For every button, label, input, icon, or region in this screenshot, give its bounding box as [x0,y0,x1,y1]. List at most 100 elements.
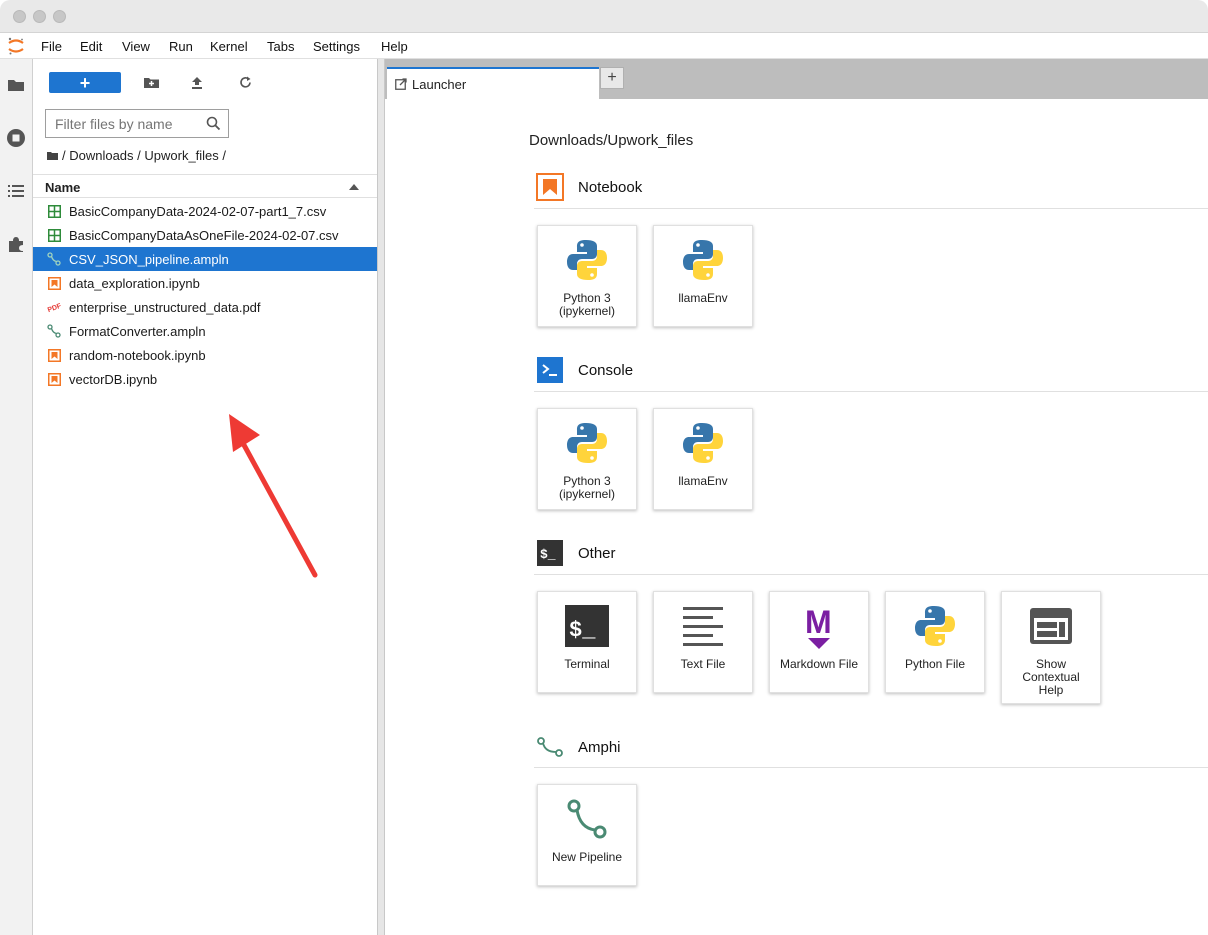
section-other: $_ Other [536,539,616,567]
file-filter-box [45,109,229,138]
other-section-icon: $_ [536,539,564,567]
card-label: New Pipeline [551,850,623,864]
launcher-card-new-pipeline[interactable]: New Pipeline [537,784,637,886]
tab-bar: Launcher + [385,59,1208,99]
jupyter-logo-icon [8,37,24,55]
python-icon [561,234,613,286]
card-label: Python File [904,657,966,671]
text-file-icon [677,600,729,652]
activity-bar [0,59,33,935]
file-name: BasicCompanyData-2024-02-07-part1_7.csv [69,203,327,219]
section-title: Amphi [578,738,621,756]
window-zoom-button[interactable] [53,10,66,23]
menu-view[interactable]: View [122,39,150,54]
section-divider [534,767,1208,768]
window-minimize-button[interactable] [33,10,46,23]
tab-launcher[interactable]: Launcher [387,67,599,99]
menubar: File Edit View Run Kernel Tabs Settings … [0,33,1208,59]
file-row[interactable]: BasicCompanyData-2024-02-07-part1_7.csv [33,199,377,223]
file-row-selected[interactable]: CSV_JSON_pipeline.ampln [33,247,377,271]
file-row[interactable]: data_exploration.ipynb [33,271,377,295]
notebook-icon [47,348,61,362]
file-name: FormatConverter.ampln [69,323,206,339]
launcher-card-terminal[interactable]: $_ Terminal [537,591,637,693]
pipeline-icon [47,252,61,266]
window-close-button[interactable] [13,10,26,23]
panel-splitter[interactable] [377,59,385,935]
menu-run[interactable]: Run [169,39,193,54]
file-browser-tab[interactable] [4,73,28,97]
section-divider [534,208,1208,209]
console-section-icon [536,356,564,384]
file-name: enterprise_unstructured_data.pdf [69,299,261,315]
card-label: Text File [680,657,726,671]
launcher-card-markdown-file[interactable]: M Markdown File [769,591,869,693]
file-name: random-notebook.ipynb [69,347,206,363]
card-label: llamaEnv [678,291,728,305]
launcher-card-contextual-help[interactable]: Show Contextual Help [1001,591,1101,704]
new-launcher-button[interactable]: + [49,72,121,93]
menu-edit[interactable]: Edit [80,39,102,54]
pipeline-icon [561,793,613,845]
card-label: llamaEnv [678,474,728,488]
card-label: Markdown File [779,657,859,671]
new-tab-button[interactable]: + [600,67,624,89]
menu-tabs[interactable]: Tabs [267,39,294,54]
notebook-icon [47,372,61,386]
upload-button[interactable] [187,72,207,93]
folder-icon[interactable] [47,151,58,160]
card-label: Python 3 (ipykernel) [558,291,615,318]
file-row[interactable]: BasicCompanyDataAsOneFile-2024-02-07.csv [33,223,377,247]
markdown-icon: M [793,600,845,652]
file-row[interactable]: vectorDB.ipynb [33,367,377,391]
section-console: Console [536,356,633,384]
section-notebook: Notebook [536,173,642,201]
file-row[interactable]: random-notebook.ipynb [33,343,377,367]
menu-file[interactable]: File [41,39,62,54]
running-kernels-tab[interactable] [4,126,28,150]
python-icon [909,600,961,652]
folder-icon [8,80,24,91]
file-name: data_exploration.ipynb [69,275,200,291]
launcher-card-python-file[interactable]: Python File [885,591,985,693]
svg-text:$_: $_ [569,618,596,643]
file-name: vectorDB.ipynb [69,371,158,387]
launcher-cwd: Downloads/Upwork_files [529,132,694,149]
section-title: Console [578,361,634,379]
breadcrumb: / Downloads / Upwork_files / [47,148,226,163]
menu-settings[interactable]: Settings [313,39,360,54]
pipeline-icon [47,324,61,338]
svg-text:PDF: PDF [47,302,61,314]
pdf-icon: PDF [47,300,61,314]
name-column-header[interactable]: Name [33,174,377,198]
table-of-contents-tab[interactable] [4,179,28,203]
terminal-icon: $_ [561,600,613,652]
breadcrumb-path[interactable]: / Downloads / Upwork_files / [62,148,226,163]
csv-icon [47,204,61,218]
csv-icon [47,228,61,242]
file-name: CSV_JSON_pipeline.ampln [69,251,229,267]
launcher-card-notebook-llamaenv[interactable]: llamaEnv [653,225,753,327]
section-amphi: Amphi [536,733,621,761]
launcher-card-text-file[interactable]: Text File [653,591,753,693]
menu-kernel[interactable]: Kernel [210,39,248,54]
file-row[interactable]: PDF enterprise_unstructured_data.pdf [33,295,377,319]
file-filter-input[interactable] [55,115,205,132]
card-label: Python 3 (ipykernel) [558,474,615,501]
menu-help[interactable]: Help [381,39,408,54]
list-icon [8,185,24,197]
section-title: Notebook [578,178,643,196]
launcher-card-console-llamaenv[interactable]: llamaEnv [653,408,753,510]
python-icon [677,234,729,286]
launcher-card-console-python3[interactable]: Python 3 (ipykernel) [537,408,637,510]
stop-circle-icon [7,129,25,147]
amphi-section-icon [536,733,564,761]
section-divider [534,574,1208,575]
refresh-button[interactable] [235,72,255,93]
file-browser: + / Downloads / Upwork_files / Name Basi… [33,59,377,935]
extensions-tab[interactable] [4,232,28,256]
launcher-card-notebook-python3[interactable]: Python 3 (ipykernel) [537,225,637,327]
upload-icon [192,77,202,89]
file-row[interactable]: FormatConverter.ampln [33,319,377,343]
new-folder-button[interactable] [141,72,161,93]
